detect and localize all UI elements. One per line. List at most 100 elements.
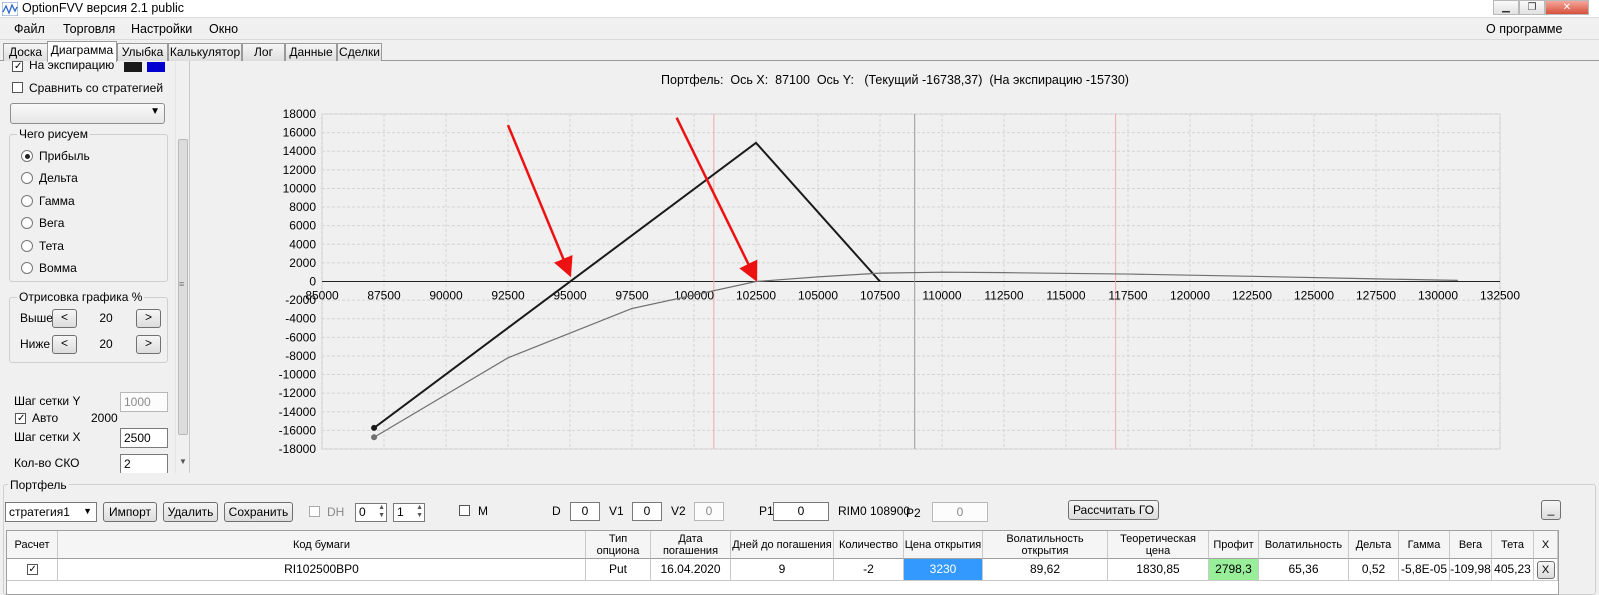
column-header[interactable]: Профит [1209, 531, 1259, 559]
d-input[interactable]: 0 [570, 502, 600, 521]
spin-arrows-icon[interactable]: ▲ ▼ [378, 504, 385, 520]
below-increase-button[interactable]: > [136, 335, 161, 354]
radio-profit[interactable] [21, 150, 33, 162]
compare-checkbox[interactable] [12, 82, 23, 93]
date-cell[interactable]: 16.04.2020 [651, 559, 731, 581]
restore-button[interactable]: ❐ [1519, 0, 1545, 15]
radio-theta[interactable] [21, 240, 33, 252]
profit-cell[interactable]: 2798,3 [1209, 559, 1259, 581]
chevron-left-icon: < [60, 310, 68, 324]
column-header[interactable]: Волатильность [1259, 531, 1349, 559]
tab-log[interactable]: Лог [242, 43, 285, 61]
menu-trading[interactable]: Торговля [63, 22, 115, 36]
dh-spin1[interactable]: 0 ▲ ▼ [355, 503, 387, 522]
y-tick-label: -12000 [279, 386, 317, 400]
window-title: OptionFVV версия 2.1 public [22, 1, 184, 15]
dh-checkbox[interactable] [309, 506, 320, 517]
above-decrease-button[interactable]: < [52, 309, 77, 328]
vega-cell[interactable]: -109,98 [1450, 559, 1492, 581]
v1-input[interactable]: 0 [632, 502, 662, 521]
theta-cell[interactable]: 405,23 [1492, 559, 1534, 581]
delta-cell[interactable]: 0,52 [1349, 559, 1399, 581]
grid-x-input[interactable]: 2500 [120, 428, 168, 448]
x-tick-label: 85000 [305, 289, 339, 303]
expiration-checkbox[interactable] [12, 61, 23, 72]
open-vol-cell[interactable]: 89,62 [983, 559, 1108, 581]
y-tick-label: -18000 [279, 442, 317, 456]
menu-file[interactable]: Файл [14, 22, 45, 36]
radio-vega[interactable] [21, 217, 33, 229]
d-label: D [552, 504, 561, 518]
menu-about[interactable]: О программе [1486, 22, 1562, 36]
p2-input[interactable]: 0 [932, 502, 988, 522]
calc-go-button[interactable]: Рассчитать ГО [1068, 500, 1159, 520]
open-price-cell[interactable]: 3230 [904, 559, 983, 581]
column-header[interactable]: Дельта [1349, 531, 1399, 559]
tab-diagram[interactable]: Диаграмма [47, 41, 117, 62]
tab-board[interactable]: Доска [3, 43, 48, 61]
sko-input[interactable]: 2 [120, 454, 168, 473]
column-header[interactable]: X [1534, 531, 1558, 559]
qty-cell[interactable]: -2 [834, 559, 904, 581]
column-header[interactable]: Дней до погашения [731, 531, 834, 559]
column-header[interactable]: Цена открытия [904, 531, 983, 559]
above-increase-button[interactable]: > [136, 309, 161, 328]
radio-vomma[interactable] [21, 262, 33, 274]
days-cell[interactable]: 9 [731, 559, 834, 581]
gamma-cell[interactable]: -5,8E-05 [1399, 559, 1450, 581]
radio-gamma[interactable] [21, 195, 33, 207]
m-checkbox[interactable] [459, 505, 470, 516]
strategy-select[interactable]: ▼ [10, 103, 165, 124]
chevron-right-icon: > [144, 336, 152, 350]
minimize-panel-button[interactable]: _ [1541, 500, 1561, 520]
theo-cell[interactable]: 1830,85 [1108, 559, 1209, 581]
type-cell[interactable]: Put [586, 559, 651, 581]
p1-input[interactable]: 0 [773, 502, 829, 521]
strategy-combo[interactable]: стратегия1 ▼ [5, 502, 97, 522]
import-button[interactable]: Импорт [103, 502, 157, 522]
close-button[interactable]: ✕ [1545, 0, 1589, 15]
positions-table: Расчет Код бумаги Тип опциона Дата погаш… [6, 530, 1559, 595]
spin-arrows-icon[interactable]: ▲ ▼ [416, 504, 423, 520]
code-cell[interactable]: RI102500BP0 [58, 559, 586, 581]
column-header[interactable]: Гамма [1399, 531, 1450, 559]
column-header[interactable]: Тета [1492, 531, 1534, 559]
payoff-chart[interactable]: 18000 16000 14000 12000 10000 8000 6000 4000 200… [190, 61, 1599, 473]
column-header[interactable]: Количество [834, 531, 904, 559]
auto-checkbox[interactable] [15, 413, 26, 424]
expiration-color-blue[interactable] [147, 62, 165, 72]
delete-button[interactable]: Удалить [163, 502, 218, 522]
column-header[interactable]: Теоретическая цена [1108, 531, 1209, 559]
grid-y-input[interactable]: 1000 [120, 392, 168, 412]
column-header[interactable]: Вега [1450, 531, 1492, 559]
tab-smile[interactable]: Улыбка [117, 43, 168, 61]
tab-deals[interactable]: Сделки [337, 43, 382, 61]
tab-calculator[interactable]: Калькулятор [168, 43, 242, 61]
scroll-down-icon[interactable]: ▼ [179, 457, 187, 466]
radio-delta[interactable] [21, 172, 33, 184]
calc-cell[interactable] [7, 559, 58, 581]
tab-data[interactable]: Данные [285, 43, 337, 61]
dh-spin2[interactable]: 1 ▲ ▼ [393, 503, 425, 522]
x-tick-label: 102500 [736, 289, 776, 303]
remove-row-cell[interactable]: X [1534, 559, 1558, 581]
below-decrease-button[interactable]: < [52, 335, 77, 354]
x-tick-label: 115000 [1046, 289, 1085, 303]
series-point [371, 434, 378, 441]
remove-row-button[interactable]: X [1536, 561, 1555, 579]
menu-window[interactable]: Окно [209, 22, 238, 36]
column-header[interactable]: Волатильность открытия [983, 531, 1108, 559]
vol-cell[interactable]: 65,36 [1259, 559, 1349, 581]
column-header[interactable]: Дата погашения [651, 531, 731, 559]
save-button[interactable]: Сохранить [224, 502, 293, 522]
minimize-button[interactable]: ▁ [1493, 0, 1519, 15]
left-panel-scrollbar[interactable]: ≡ ▼ [175, 61, 189, 473]
column-header[interactable]: Тип опциона [586, 531, 651, 559]
menu-settings[interactable]: Настройки [131, 22, 192, 36]
grid-x-label: Шаг сетки X [14, 430, 81, 444]
column-header[interactable]: Расчет [7, 531, 58, 559]
column-header[interactable]: Код бумаги [58, 531, 586, 559]
calc-checkbox[interactable] [26, 564, 38, 575]
expiration-color-black[interactable] [124, 62, 142, 72]
v2-input[interactable]: 0 [694, 502, 724, 521]
